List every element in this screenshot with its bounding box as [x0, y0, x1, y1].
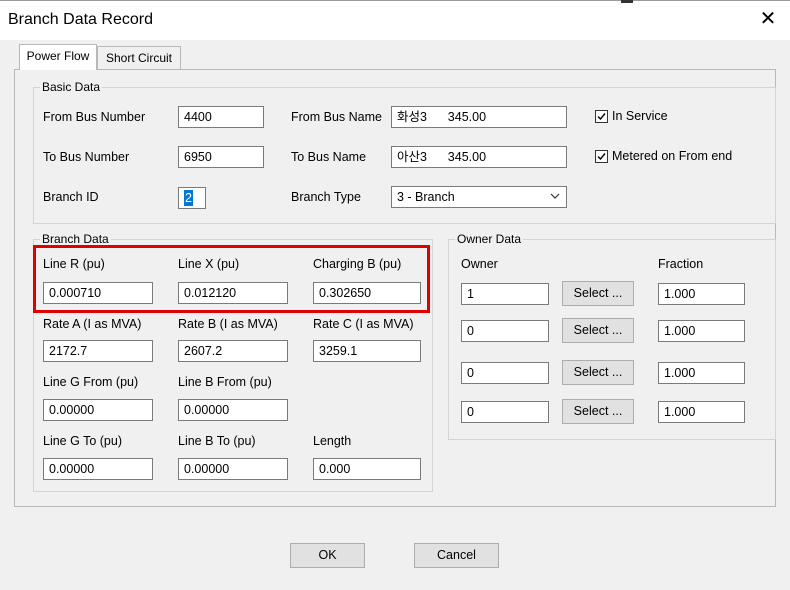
metered-label: Metered on From end [612, 149, 733, 163]
branch-type-select[interactable]: 3 - Branch [391, 186, 567, 208]
window-top-border [0, 0, 790, 1]
line-b-to-label: Line B To (pu) [178, 434, 256, 448]
rate-c-input[interactable]: 3259.1 [313, 340, 421, 362]
line-g-to-label: Line G To (pu) [43, 434, 122, 448]
line-g-from-label: Line G From (pu) [43, 375, 139, 389]
ok-button[interactable]: OK [290, 543, 365, 568]
rate-a-input[interactable]: 2172.7 [43, 340, 153, 362]
to-bus-name-label: To Bus Name [291, 150, 367, 164]
to-bus-number-label: To Bus Number [43, 150, 130, 164]
line-g-from-input[interactable]: 0.00000 [43, 399, 153, 421]
basic-data-legend: Basic Data [42, 80, 101, 94]
to-bus-number-input[interactable]: 6950 [178, 146, 264, 168]
from-bus-number-label: From Bus Number [43, 110, 146, 124]
line-b-from-label: Line B From (pu) [178, 375, 272, 389]
tab-power-flow[interactable]: Power Flow [19, 44, 97, 70]
branch-id-label: Branch ID [43, 190, 99, 204]
from-bus-number-input[interactable]: 4400 [178, 106, 264, 128]
window-top-mark [621, 0, 633, 3]
line-b-from-input[interactable]: 0.00000 [178, 399, 288, 421]
to-bus-name-input[interactable]: 아산3 345.00 [391, 146, 567, 168]
line-g-to-input[interactable]: 0.00000 [43, 458, 153, 480]
owner-select-button[interactable]: Select ... [562, 281, 634, 306]
branch-type-value: 3 - Branch [397, 190, 455, 204]
tab-short-circuit[interactable]: Short Circuit [97, 46, 181, 70]
rate-b-label: Rate B (I as MVA) [178, 317, 278, 331]
from-bus-name-input[interactable]: 화성3 345.00 [391, 106, 567, 128]
cancel-button[interactable]: Cancel [414, 543, 499, 568]
owner-select-button[interactable]: Select ... [562, 360, 634, 385]
fraction-input[interactable]: 1.000 [658, 320, 745, 342]
owner-input[interactable]: 1 [461, 283, 549, 305]
branch-data-legend: Branch Data [42, 232, 109, 246]
in-service-label: In Service [612, 109, 668, 123]
fraction-input[interactable]: 1.000 [658, 401, 745, 423]
length-label: Length [313, 434, 352, 448]
fraction-input[interactable]: 1.000 [658, 283, 745, 305]
branch-id-value: 2 [184, 190, 193, 206]
length-input[interactable]: 0.000 [313, 458, 421, 480]
fraction-header: Fraction [658, 257, 704, 271]
branch-type-label: Branch Type [291, 190, 361, 204]
owner-input[interactable]: 0 [461, 320, 549, 342]
rate-b-input[interactable]: 2607.2 [178, 340, 288, 362]
line-b-to-input[interactable]: 0.00000 [178, 458, 288, 480]
highlight-box [33, 245, 430, 313]
owner-select-button[interactable]: Select ... [562, 399, 634, 424]
rate-c-label: Rate C (I as MVA) [313, 317, 414, 331]
window-title: Branch Data Record [8, 11, 153, 28]
check-icon [597, 113, 606, 121]
check-icon [597, 153, 606, 161]
owner-input[interactable]: 0 [461, 362, 549, 384]
metered-checkbox[interactable] [595, 150, 608, 163]
fraction-input[interactable]: 1.000 [658, 362, 745, 384]
rate-a-label: Rate A (I as MVA) [43, 317, 142, 331]
owner-header: Owner [461, 257, 498, 271]
chevron-down-icon [550, 193, 560, 199]
owner-data-legend: Owner Data [457, 232, 522, 246]
branch-id-input[interactable]: 2 [178, 187, 206, 209]
owner-input[interactable]: 0 [461, 401, 549, 423]
from-bus-name-label: From Bus Name [291, 110, 382, 124]
close-icon[interactable]: ✕ [755, 6, 781, 32]
owner-select-button[interactable]: Select ... [562, 318, 634, 343]
in-service-checkbox[interactable] [595, 110, 608, 123]
